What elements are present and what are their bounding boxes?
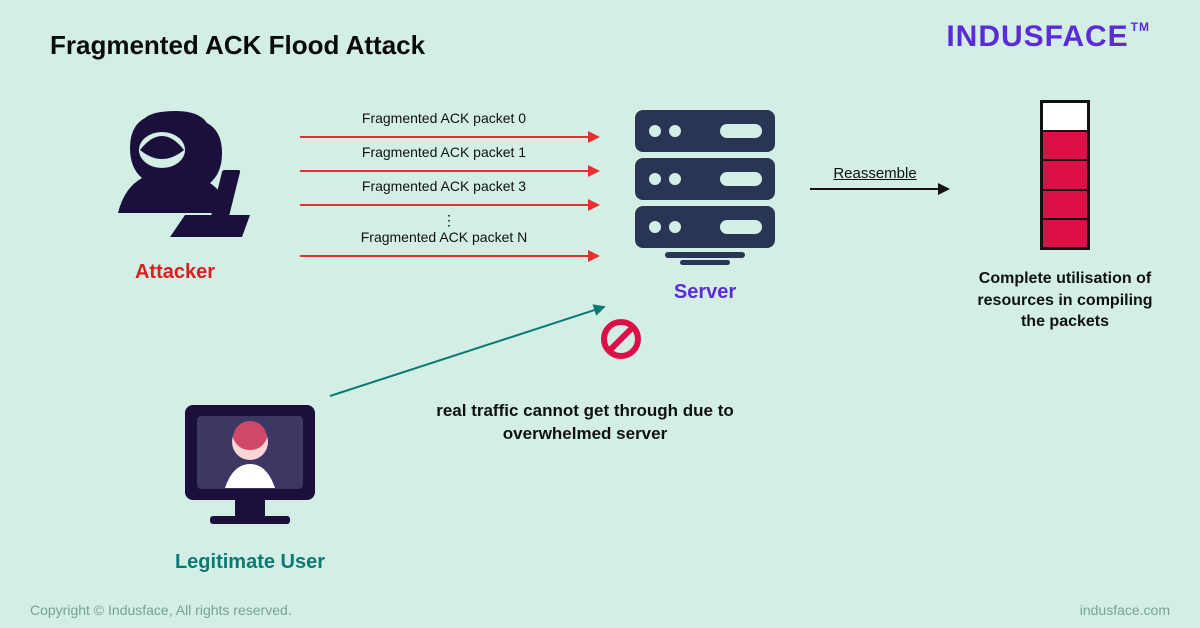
brand-logo: INDUSFACETM — [946, 20, 1150, 54]
resource-bar-icon — [1040, 100, 1090, 250]
monitor-icon — [175, 400, 325, 540]
diagram-title: Fragmented ACK Flood Attack — [50, 30, 425, 61]
bar-segment-fill — [1043, 159, 1087, 188]
brand-text: INDUSFACE — [946, 20, 1128, 53]
server-icon — [625, 100, 785, 270]
packet-label: Fragmented ACK packet N — [300, 229, 588, 245]
bar-segment-fill — [1043, 189, 1087, 218]
reassemble-arrow: Reassemble — [810, 165, 940, 190]
arrow-icon — [300, 204, 590, 206]
site-url: indusface.com — [1080, 602, 1170, 618]
attacker-label: Attacker — [85, 261, 265, 284]
bar-segment-fill — [1043, 130, 1087, 159]
blocked-text: real traffic cannot get through due to o… — [420, 400, 750, 446]
arrow-icon — [810, 188, 940, 190]
user-label: Legitimate User — [170, 551, 330, 574]
attacker-node: Attacker — [85, 100, 265, 284]
packet-label: Fragmented ACK packet 3 — [300, 178, 588, 194]
packet-arrows: Fragmented ACK packet 0 Fragmented ACK p… — [300, 110, 600, 263]
reassemble-label: Reassemble — [810, 165, 940, 182]
arrow-icon — [300, 136, 590, 138]
resource-utilisation: Complete utilisation of resources in com… — [965, 100, 1165, 333]
blocked-arrow-icon — [330, 309, 597, 397]
vdots-icon: ⋮ — [300, 212, 600, 229]
arrow-icon — [300, 255, 590, 257]
resources-label: Complete utilisation of resources in com… — [965, 268, 1165, 333]
packet-row-1: Fragmented ACK packet 1 — [300, 144, 600, 178]
bar-segment-empty — [1043, 103, 1087, 130]
arrow-icon — [300, 170, 590, 172]
hacker-icon — [90, 100, 260, 250]
packet-row-0: Fragmented ACK packet 0 — [300, 110, 600, 144]
packet-label: Fragmented ACK packet 0 — [300, 110, 588, 126]
brand-tm: TM — [1131, 20, 1150, 34]
legitimate-user-node: Legitimate User — [170, 400, 330, 574]
packet-label: Fragmented ACK packet 1 — [300, 144, 588, 160]
packet-row-3: Fragmented ACK packet 3 — [300, 178, 600, 212]
no-entry-icon — [600, 318, 642, 365]
bar-segment-fill — [1043, 218, 1087, 247]
copyright-text: Copyright © Indusface, All rights reserv… — [30, 602, 292, 618]
server-label: Server — [620, 281, 790, 304]
packet-row-n: Fragmented ACK packet N — [300, 229, 600, 263]
server-node: Server — [620, 100, 790, 304]
